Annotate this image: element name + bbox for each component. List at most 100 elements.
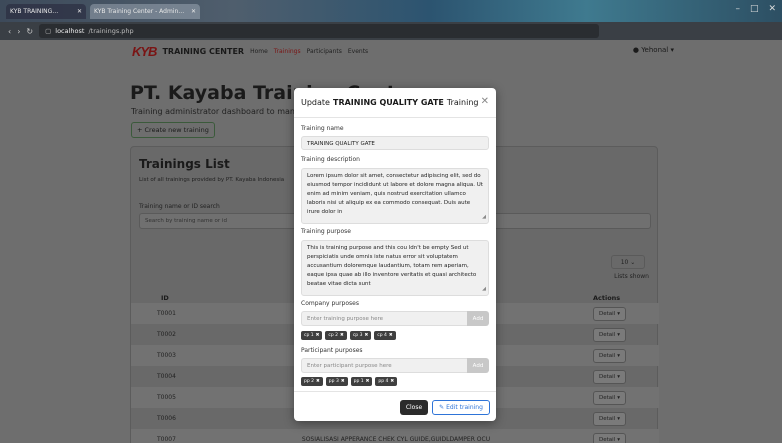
detail-button[interactable]: Detail ▾ [593, 327, 626, 342]
purpose-tag: pp 2 ✖ [301, 377, 323, 386]
resize-handle-icon[interactable]: ◢ [482, 285, 486, 294]
purpose-tag: cp 4 ✖ [374, 331, 396, 340]
url-path: /trainings.php [88, 27, 134, 35]
close-window-icon[interactable]: ✕ [768, 4, 776, 14]
remove-tag-icon[interactable]: ✖ [341, 379, 345, 384]
caret-down-icon: ▾ [617, 436, 620, 443]
purpose-tag: pp 3 ✖ [325, 377, 348, 386]
training-purpose-label: Training purpose [301, 228, 351, 235]
brand-name: TRAINING CENTER [162, 46, 245, 56]
caret-down-icon: ▾ [617, 352, 620, 359]
detail-label: Detail [599, 394, 616, 401]
company-purpose-tags: cp 1 ✖ cp 2 ✖ cp 3 ✖ cp 4 ✖ [301, 331, 396, 340]
per-page-select[interactable]: 10 ⌄ [611, 255, 645, 269]
modal-title-training-name: TRAINING QUALITY GATE [332, 98, 444, 107]
pencil-icon: ✎ [439, 404, 445, 411]
lists-shown-label: Lists shown [614, 273, 649, 280]
detail-label: Detail [599, 352, 616, 359]
close-tab-icon[interactable]: ✕ [191, 8, 196, 15]
caret-down-icon: ▾ [617, 331, 620, 338]
kyb-logo[interactable]: KYB [132, 44, 157, 59]
detail-label: Detail [599, 331, 616, 338]
row-id: T0002 [157, 331, 176, 338]
detail-button[interactable]: Detail ▾ [593, 432, 626, 443]
column-header-id: ID [161, 294, 169, 302]
create-training-button[interactable]: + Create new training [131, 122, 215, 138]
search-label: Training name or ID search [139, 203, 220, 210]
row-id: T0007 [157, 436, 176, 443]
tag-label: cp 2 [328, 333, 339, 338]
tag-label: cp 3 [352, 333, 363, 338]
company-purposes-label: Company purposes [301, 300, 359, 307]
row-id: T0006 [157, 415, 176, 422]
address-bar: ‹ › ↻ ▢ localhost/trainings.php [0, 22, 782, 40]
row-id: T0005 [157, 394, 176, 401]
resize-handle-icon[interactable]: ◢ [482, 213, 486, 222]
browser-tab[interactable]: KYB TRAINING… ✕ [6, 3, 86, 19]
company-purpose-input[interactable]: Enter training purpose here [301, 311, 467, 326]
browser-tab-active[interactable]: KYB Training Center - Admin… ✕ [90, 3, 200, 19]
add-participant-purpose-button[interactable]: Add [467, 358, 489, 373]
user-icon: ● [632, 46, 639, 54]
close-icon[interactable]: ✕ [481, 96, 489, 107]
participant-purposes-label: Participant purposes [301, 347, 363, 354]
chevron-down-icon: ⌄ [630, 258, 636, 266]
training-purpose-textarea[interactable]: This is training purpose and this cou ld… [301, 240, 489, 296]
remove-tag-icon[interactable]: ✖ [366, 379, 370, 384]
purpose-tag: cp 2 ✖ [325, 331, 347, 340]
caret-down-icon: ▾ [617, 310, 620, 317]
nav-link-home[interactable]: Home [250, 48, 268, 55]
remove-tag-icon[interactable]: ✖ [316, 333, 320, 338]
tag-label: cp 4 [377, 333, 387, 338]
user-name: Yehonal [641, 46, 669, 54]
detail-label: Detail [599, 415, 616, 422]
page-backdrop[interactable]: KYB TRAINING CENTER Home Trainings Parti… [0, 40, 782, 443]
training-description-textarea[interactable]: Lorem ipsum dolor sit amet, consectetur … [301, 168, 489, 224]
remove-tag-icon[interactable]: ✖ [364, 333, 368, 338]
detail-label: Detail [599, 373, 616, 380]
detail-button[interactable]: Detail ▾ [593, 306, 626, 321]
modal-title-suffix: Training [446, 98, 479, 107]
edit-training-button[interactable]: ✎ Edit training [432, 400, 490, 415]
list-subtitle: List of all trainings provided by PT. Ka… [139, 177, 285, 183]
modal-footer: Close ✎ Edit training [294, 391, 496, 421]
detail-button[interactable]: Detail ▾ [593, 411, 626, 426]
purpose-tag: pp 1 ✖ [350, 377, 373, 386]
detail-button[interactable]: Detail ▾ [593, 390, 626, 405]
nav-link-trainings[interactable]: Trainings [274, 48, 301, 55]
tag-label: pp 1 [353, 379, 364, 384]
participant-purpose-input-group: Enter participant purpose here Add [301, 358, 489, 373]
remove-tag-icon[interactable]: ✖ [390, 379, 394, 384]
nav-link-participants[interactable]: Participants [307, 48, 342, 55]
row-id: T0003 [157, 352, 176, 359]
back-icon[interactable]: ‹ [8, 27, 11, 36]
participant-purpose-input[interactable]: Enter participant purpose here [301, 358, 467, 373]
remove-tag-icon[interactable]: ✖ [389, 333, 393, 338]
purpose-tag: pp 4 ✖ [375, 377, 398, 386]
purpose-tag: cp 1 ✖ [301, 331, 323, 340]
training-description-label: Training description [301, 156, 360, 163]
page-icon: ▢ [45, 27, 52, 35]
forward-icon[interactable]: › [17, 27, 20, 36]
add-company-purpose-button[interactable]: Add [467, 311, 489, 326]
row-id: T0004 [157, 373, 176, 380]
tab-title: KYB TRAINING… [10, 7, 59, 15]
user-menu[interactable]: ● Yehonal ▾ [633, 46, 674, 54]
tag-label: pp 4 [378, 379, 389, 384]
remove-tag-icon[interactable]: ✖ [340, 333, 344, 338]
training-name-input[interactable]: TRAINING QUALITY GATE [301, 136, 489, 150]
detail-button[interactable]: Detail ▾ [593, 348, 626, 363]
close-tab-icon[interactable]: ✕ [77, 8, 82, 15]
minimize-icon[interactable]: – [735, 4, 740, 14]
reload-icon[interactable]: ↻ [26, 27, 33, 36]
modal-title-prefix: Update [301, 98, 330, 107]
maximize-icon[interactable]: □ [750, 4, 759, 14]
remove-tag-icon[interactable]: ✖ [316, 379, 320, 384]
close-button[interactable]: Close [400, 400, 428, 415]
update-training-modal: Update TRAINING QUALITY GATE Training ✕ Tr… [294, 88, 496, 421]
row-id: T0001 [157, 310, 176, 317]
url-field[interactable]: ▢ localhost/trainings.php [39, 24, 600, 38]
nav-link-events[interactable]: Events [348, 48, 368, 55]
detail-button[interactable]: Detail ▾ [593, 369, 626, 384]
table-row: T0007 SOSIALISASI APPERANCE CHEK CYL GUID… [131, 429, 659, 443]
